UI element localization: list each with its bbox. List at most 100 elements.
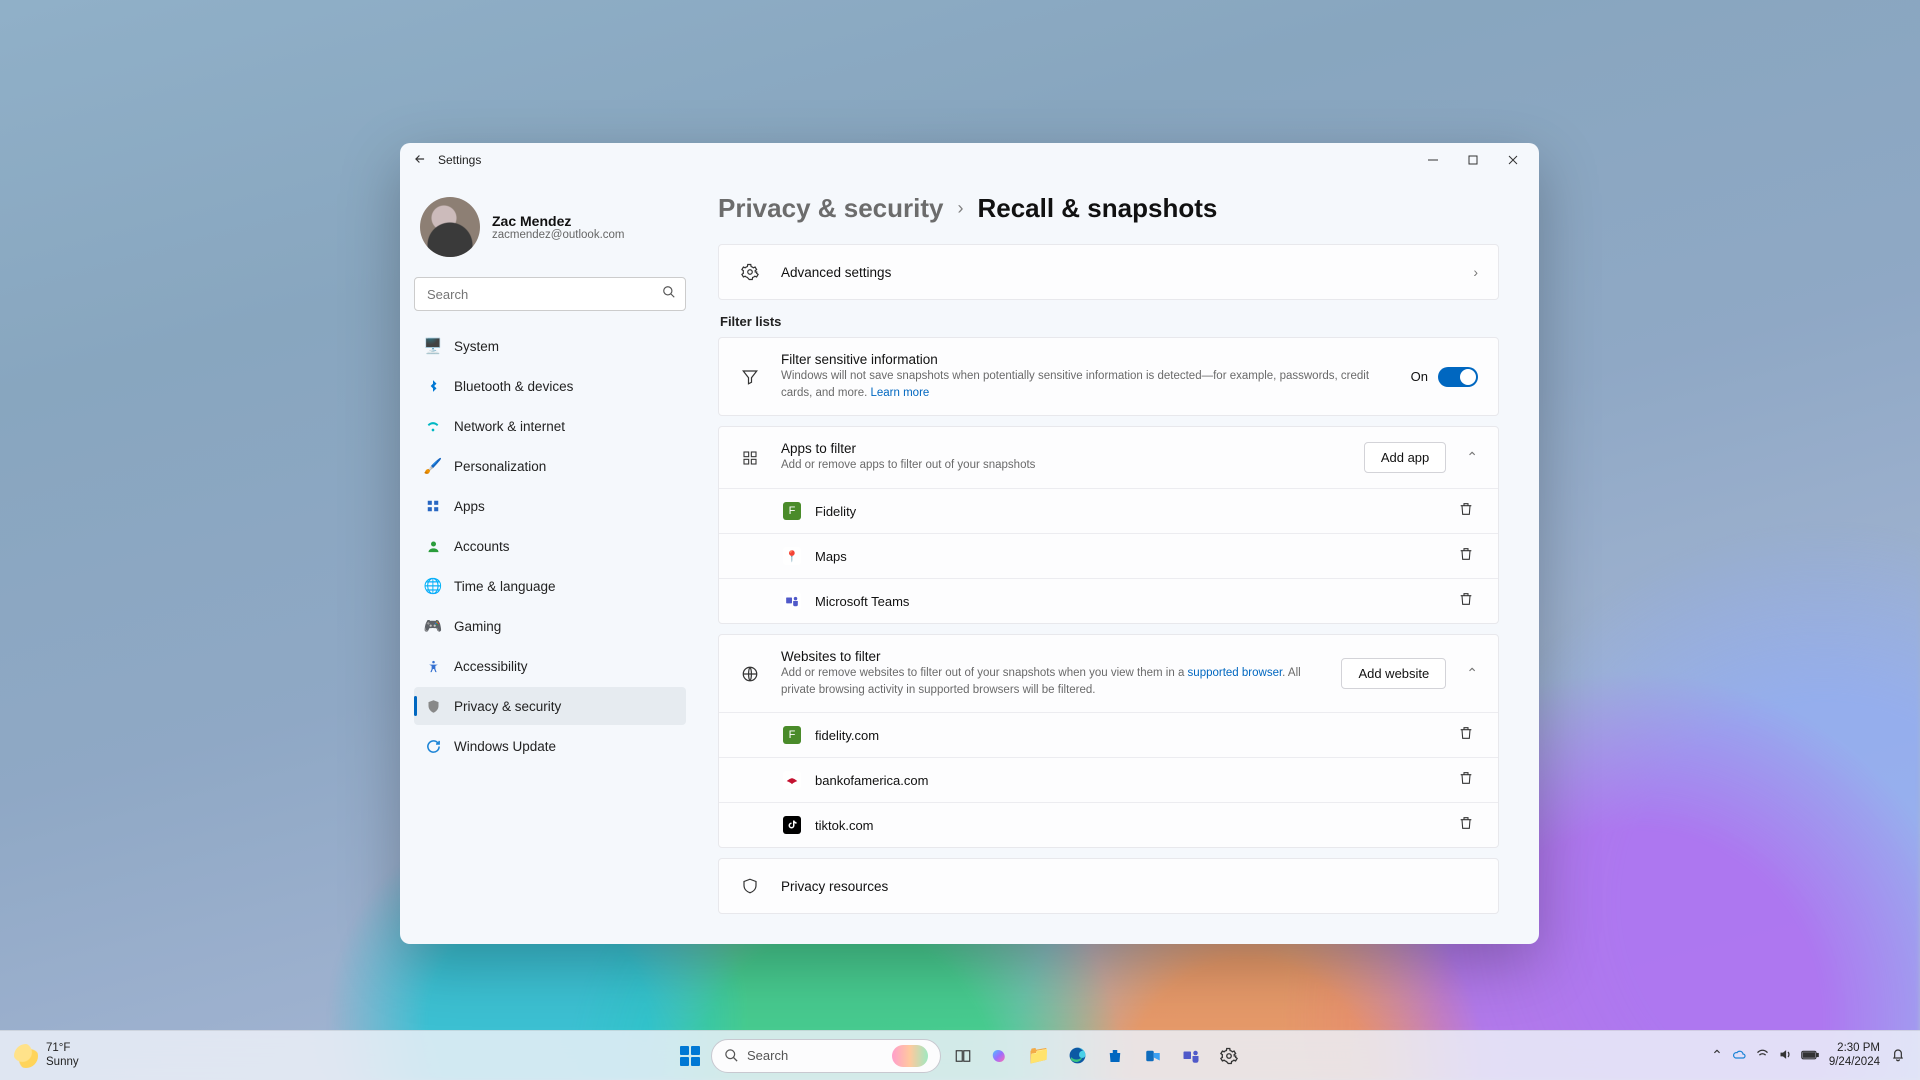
delete-button[interactable] xyxy=(1458,725,1478,745)
task-view-button[interactable] xyxy=(947,1040,979,1072)
nav-system[interactable]: 🖥️ System xyxy=(414,327,686,365)
file-explorer-button[interactable]: 📁 xyxy=(1023,1040,1055,1072)
maximize-button[interactable] xyxy=(1453,144,1493,176)
search-icon xyxy=(724,1048,739,1063)
wifi-tray-icon[interactable] xyxy=(1755,1047,1770,1065)
sidebar: Zac Mendez zacmendez@outlook.com 🖥️ Syste… xyxy=(400,177,700,944)
taskbar-search-placeholder: Search xyxy=(747,1048,788,1063)
site-icon-tiktok xyxy=(783,816,801,834)
copilot-button[interactable] xyxy=(985,1040,1017,1072)
onedrive-icon[interactable] xyxy=(1731,1046,1747,1065)
weather-widget[interactable]: 71°F Sunny xyxy=(0,1042,79,1068)
gamepad-icon: 🎮 xyxy=(424,617,442,635)
nav-accounts[interactable]: Accounts xyxy=(414,527,686,565)
app-filter-item: Microsoft Teams xyxy=(719,578,1498,623)
profile-name: Zac Mendez xyxy=(492,213,625,229)
volume-tray-icon[interactable] xyxy=(1778,1047,1793,1065)
app-name: Microsoft Teams xyxy=(815,594,1444,609)
notifications-button[interactable] xyxy=(1890,1046,1906,1066)
tray-overflow-button[interactable]: ⌃ xyxy=(1711,1047,1723,1064)
sidebar-search xyxy=(414,277,686,311)
chevron-up-icon[interactable]: ⌃ xyxy=(1466,665,1478,682)
person-icon xyxy=(424,537,442,555)
breadcrumb-parent[interactable]: Privacy & security xyxy=(718,193,943,224)
minimize-button[interactable] xyxy=(1413,144,1453,176)
add-website-button[interactable]: Add website xyxy=(1341,658,1446,689)
website-filter-item: bankofamerica.com xyxy=(719,757,1498,802)
nav-time[interactable]: 🌐 Time & language xyxy=(414,567,686,605)
nav-label: Accounts xyxy=(454,539,510,554)
privacy-resources-row[interactable]: Privacy resources xyxy=(719,859,1498,913)
gear-icon xyxy=(739,263,761,281)
site-icon-boa xyxy=(783,771,801,789)
titlebar: Settings xyxy=(400,143,1539,177)
taskbar-search[interactable]: Search xyxy=(711,1039,941,1073)
filter-sensitive-toggle[interactable] xyxy=(1438,367,1478,387)
nav-network[interactable]: Network & internet xyxy=(414,407,686,445)
nav-accessibility[interactable]: Accessibility xyxy=(414,647,686,685)
nav-label: Time & language xyxy=(454,579,556,594)
clock-globe-icon: 🌐 xyxy=(424,577,442,595)
learn-more-link[interactable]: Learn more xyxy=(870,387,929,399)
accessibility-icon xyxy=(424,657,442,675)
row-description: Add or remove apps to filter out of your… xyxy=(781,457,1344,474)
settings-window: Settings Zac Mendez zacmendez@outlook.co… xyxy=(400,143,1539,944)
profile-block[interactable]: Zac Mendez zacmendez@outlook.com xyxy=(414,185,686,277)
apps-icon xyxy=(424,497,442,515)
websites-to-filter-header[interactable]: Websites to filter Add or remove website… xyxy=(719,635,1498,712)
teams-button[interactable] xyxy=(1175,1040,1207,1072)
supported-browser-link[interactable]: supported browser xyxy=(1188,667,1283,679)
search-input[interactable] xyxy=(414,277,686,311)
nav-label: Apps xyxy=(454,499,485,514)
row-title: Websites to filter xyxy=(781,649,1321,664)
nav-gaming[interactable]: 🎮 Gaming xyxy=(414,607,686,645)
delete-button[interactable] xyxy=(1458,815,1478,835)
filter-sensitive-card: Filter sensitive information Windows wil… xyxy=(718,337,1499,416)
section-heading: Filter lists xyxy=(720,314,1499,329)
app-name: Maps xyxy=(815,549,1444,564)
nav-label: Gaming xyxy=(454,619,501,634)
start-button[interactable] xyxy=(675,1041,705,1071)
row-description: Add or remove websites to filter out of … xyxy=(781,665,1321,698)
nav-bluetooth[interactable]: Bluetooth & devices xyxy=(414,367,686,405)
row-description: Windows will not save snapshots when pot… xyxy=(781,368,1391,401)
advanced-settings-card: Advanced settings › xyxy=(718,244,1499,300)
advanced-settings-row[interactable]: Advanced settings › xyxy=(719,245,1498,299)
nav-label: Bluetooth & devices xyxy=(454,379,573,394)
nav-update[interactable]: Windows Update xyxy=(414,727,686,765)
taskbar-clock[interactable]: 2:30 PM 9/24/2024 xyxy=(1829,1042,1880,1070)
update-icon xyxy=(424,737,442,755)
app-icon-fidelity: F xyxy=(783,502,801,520)
apps-to-filter-card: Apps to filter Add or remove apps to fil… xyxy=(718,426,1499,624)
chevron-right-icon: › xyxy=(957,198,963,219)
site-name: bankofamerica.com xyxy=(815,773,1444,788)
close-button[interactable] xyxy=(1493,144,1533,176)
settings-taskbar-button[interactable] xyxy=(1213,1040,1245,1072)
store-button[interactable] xyxy=(1099,1040,1131,1072)
chevron-up-icon[interactable]: ⌃ xyxy=(1466,449,1478,466)
clock-date: 9/24/2024 xyxy=(1829,1056,1880,1070)
nav-label: Network & internet xyxy=(454,419,565,434)
delete-button[interactable] xyxy=(1458,501,1478,521)
outlook-button[interactable] xyxy=(1137,1040,1169,1072)
shield-icon xyxy=(739,877,761,895)
edge-button[interactable] xyxy=(1061,1040,1093,1072)
nav-privacy[interactable]: Privacy & security xyxy=(414,687,686,725)
app-icon-maps: 📍 xyxy=(783,547,801,565)
search-highlight-icon xyxy=(892,1045,928,1067)
nav-apps[interactable]: Apps xyxy=(414,487,686,525)
battery-tray-icon[interactable] xyxy=(1801,1048,1819,1064)
nav-list: 🖥️ System Bluetooth & devices Network & i… xyxy=(414,327,686,765)
window-title: Settings xyxy=(438,153,481,167)
nav-personalization[interactable]: 🖌️Personalization xyxy=(414,447,686,485)
delete-button[interactable] xyxy=(1458,591,1478,611)
row-title: Filter sensitive information xyxy=(781,352,1391,367)
delete-button[interactable] xyxy=(1458,770,1478,790)
globe-icon xyxy=(739,665,761,683)
apps-to-filter-header[interactable]: Apps to filter Add or remove apps to fil… xyxy=(719,427,1498,488)
delete-button[interactable] xyxy=(1458,546,1478,566)
add-app-button[interactable]: Add app xyxy=(1364,442,1446,473)
back-button[interactable] xyxy=(406,152,434,169)
display-icon: 🖥️ xyxy=(424,337,442,355)
nav-label: System xyxy=(454,339,499,354)
